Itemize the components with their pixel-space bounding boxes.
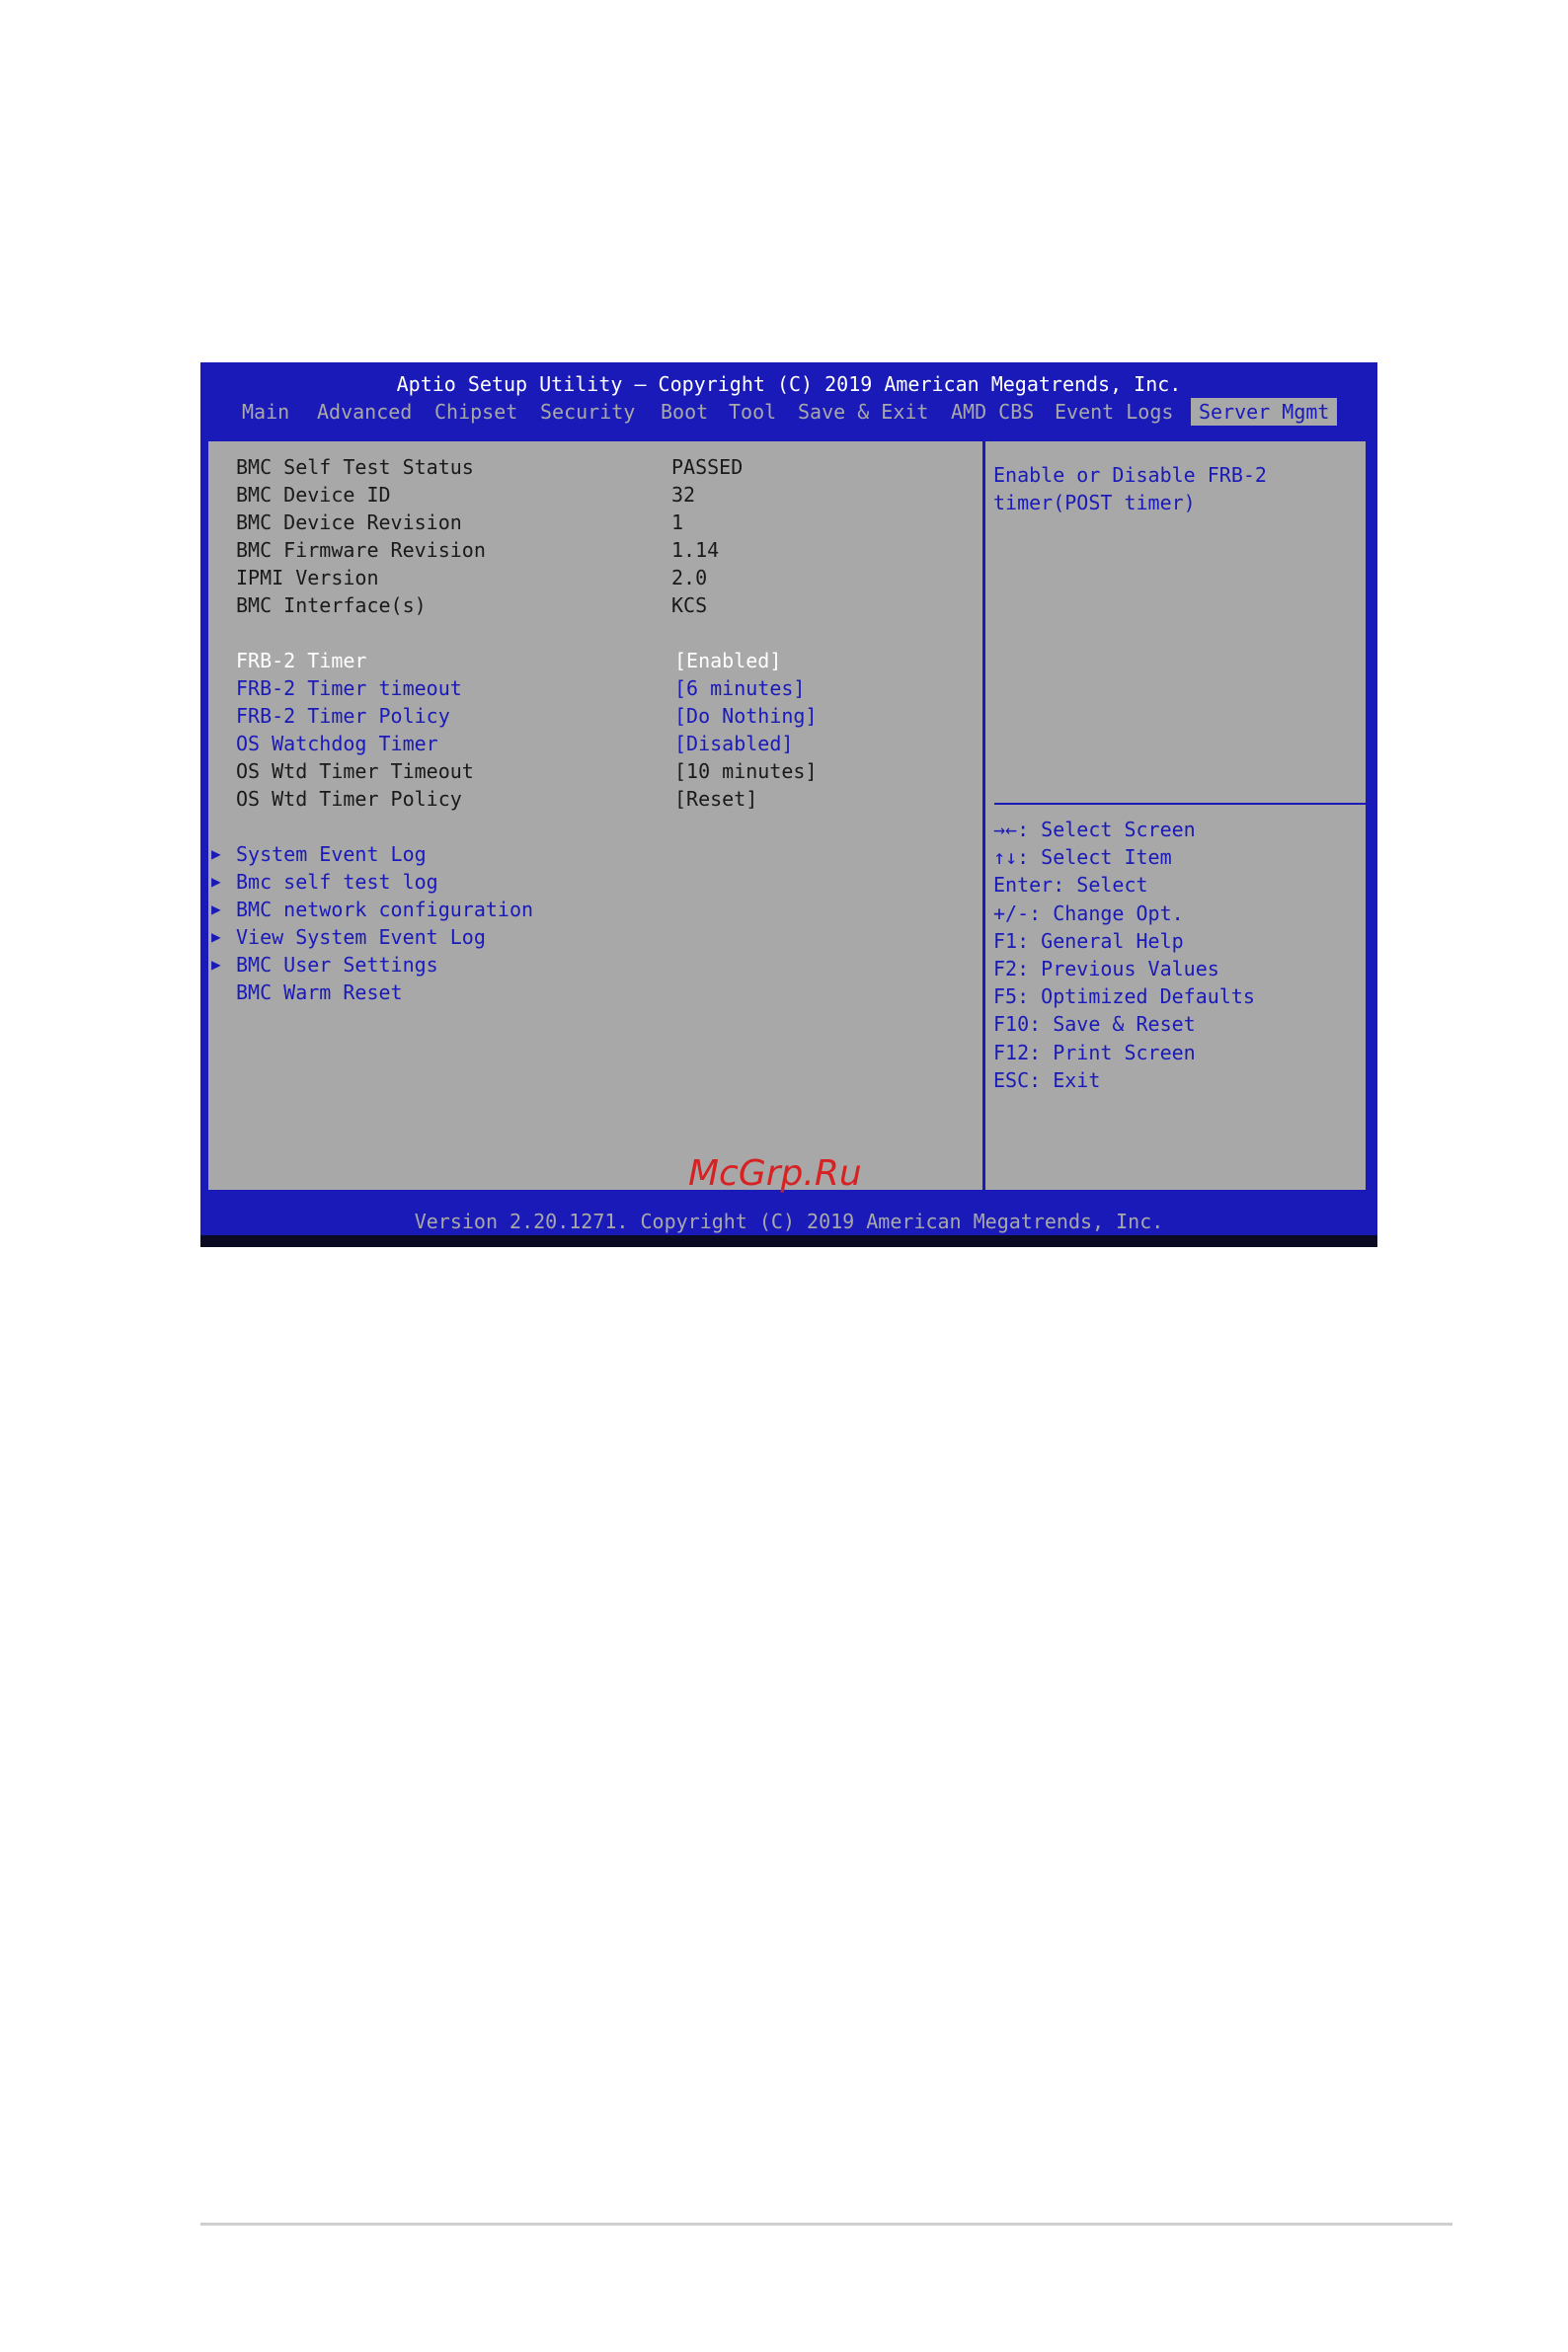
page-footer-rule [200, 2223, 1452, 2226]
tab-event-logs[interactable]: Event Logs [1047, 398, 1181, 426]
tab-amd-cbs[interactable]: AMD CBS [943, 398, 1042, 426]
info-value: KCS [671, 593, 708, 617]
setting-os-wtd-timer-policy: OS Wtd Timer Policy [Reset] [208, 785, 979, 813]
setting-frb2-timer-timeout[interactable]: FRB-2 Timer timeout [6 minutes] [208, 674, 979, 702]
submenu-label: System Event Log [236, 842, 427, 866]
key-select-screen: →←: Select Screen [993, 818, 1196, 841]
tab-tool[interactable]: Tool [721, 398, 784, 426]
setting-value: [10 minutes] [674, 759, 818, 783]
setting-value[interactable]: [Disabled] [674, 730, 793, 757]
bios-setup-window: Aptio Setup Utility – Copyright (C) 2019… [200, 362, 1377, 1247]
submenu-label: View System Event Log [236, 925, 486, 949]
setting-os-watchdog-timer[interactable]: OS Watchdog Timer [Disabled] [208, 730, 979, 757]
main-panel: BMC Self Test Status PASSED BMC Device I… [205, 438, 1369, 1193]
key-previous-values: F2: Previous Values [993, 956, 1219, 980]
tab-server-mgmt[interactable]: Server Mgmt [1191, 398, 1338, 426]
help-line: timer(POST timer) [993, 491, 1196, 514]
info-value: 32 [671, 483, 696, 507]
bottom-strip [200, 1235, 1377, 1247]
info-value: PASSED [671, 455, 744, 479]
setting-label: FRB-2 Timer [236, 649, 367, 672]
info-label: IPMI Version [236, 566, 379, 589]
info-row-ipmi-version: IPMI Version 2.0 [208, 564, 979, 591]
setting-label: OS Watchdog Timer [236, 732, 438, 755]
key-print-screen: F12: Print Screen [993, 1040, 1196, 1064]
key-exit: ESC: Exit [993, 1067, 1101, 1092]
setting-value[interactable]: [Do Nothing] [674, 702, 818, 730]
submenu-arrow-icon: ▶ [211, 872, 221, 891]
key-save-reset: F10: Save & Reset [993, 1012, 1196, 1037]
help-divider [994, 803, 1368, 805]
submenu-label: BMC User Settings [236, 953, 438, 977]
submenu-view-system-event-log[interactable]: ▶ View System Event Log [208, 923, 979, 951]
info-row-bmc-interface: BMC Interface(s) KCS [208, 591, 979, 619]
submenu-label: Bmc self test log [236, 870, 438, 894]
submenu-arrow-icon: ▶ [211, 900, 221, 918]
submenu-arrow-icon: ▶ [211, 927, 221, 946]
setting-value[interactable]: [6 minutes] [674, 674, 805, 702]
info-label: BMC Device ID [236, 483, 391, 507]
setting-value: [Reset] [674, 787, 758, 811]
setting-value[interactable]: [Enabled] [674, 647, 781, 674]
tab-advanced[interactable]: Advanced [309, 398, 420, 426]
info-row-self-test: BMC Self Test Status PASSED [208, 453, 979, 481]
key-optimized-defaults: F5: Optimized Defaults [993, 984, 1255, 1009]
submenu-arrow-icon: ▶ [211, 844, 221, 863]
watermark: McGrp.Ru [688, 1153, 862, 1194]
tab-security[interactable]: Security [532, 398, 643, 426]
setting-label: OS Wtd Timer Timeout [236, 759, 474, 783]
submenu-label: BMC Warm Reset [236, 980, 403, 1004]
info-value: 1.14 [671, 538, 720, 562]
tab-chipset[interactable]: Chipset [427, 398, 525, 426]
tab-boot[interactable]: Boot [653, 398, 716, 426]
key-general-help: F1: General Help [993, 928, 1184, 953]
help-text: Enable or Disable FRB-2 timer(POST timer… [993, 461, 1369, 516]
submenu-bmc-self-test-log[interactable]: ▶ Bmc self test log [208, 868, 979, 896]
setting-label: OS Wtd Timer Policy [236, 787, 462, 811]
setting-label: FRB-2 Timer Policy [236, 704, 450, 728]
submenu-arrow-icon: ▶ [211, 955, 221, 974]
submenu-bmc-warm-reset[interactable]: BMC Warm Reset [208, 979, 979, 1006]
setting-frb2-timer[interactable]: FRB-2 Timer [Enabled] [208, 647, 979, 674]
key-legend: →←: Select Screen ↑↓: Select Item Enter:… [993, 816, 1369, 1094]
info-label: BMC Interface(s) [236, 593, 427, 617]
window-title: Aptio Setup Utility – Copyright (C) 2019… [396, 372, 1182, 396]
setting-frb2-timer-policy[interactable]: FRB-2 Timer Policy [Do Nothing] [208, 702, 979, 730]
submenu-bmc-user-settings[interactable]: ▶ BMC User Settings [208, 951, 979, 979]
submenu-system-event-log[interactable]: ▶ System Event Log [208, 840, 979, 868]
setting-os-wtd-timer-timeout: OS Wtd Timer Timeout [10 minutes] [208, 757, 979, 785]
help-line: Enable or Disable FRB-2 [993, 463, 1267, 487]
info-label: BMC Device Revision [236, 510, 462, 534]
info-row-device-id: BMC Device ID 32 [208, 481, 979, 509]
setting-label: FRB-2 Timer timeout [236, 676, 462, 700]
submenu-label: BMC network configuration [236, 898, 534, 921]
key-change-opt: +/-: Change Opt. [993, 901, 1184, 925]
key-select-item: ↑↓: Select Item [993, 845, 1172, 870]
key-enter-select: Enter: Select [993, 873, 1148, 898]
tab-bar: Main Advanced Chipset Security Boot Tool… [200, 398, 1377, 426]
submenu-bmc-network-configuration[interactable]: ▶ BMC network configuration [208, 896, 979, 923]
info-label: BMC Firmware Revision [236, 538, 486, 562]
info-row-firmware-revision: BMC Firmware Revision 1.14 [208, 536, 979, 564]
info-value: 1 [671, 510, 684, 534]
tab-main[interactable]: Main [234, 398, 297, 426]
tab-save-exit[interactable]: Save & Exit [790, 398, 936, 426]
footer-version: Version 2.20.1271. Copyright (C) 2019 Am… [414, 1210, 1164, 1233]
info-value: 2.0 [671, 566, 708, 589]
info-label: BMC Self Test Status [236, 455, 474, 479]
panel-divider-vertical [982, 441, 985, 1190]
info-row-device-revision: BMC Device Revision 1 [208, 509, 979, 536]
